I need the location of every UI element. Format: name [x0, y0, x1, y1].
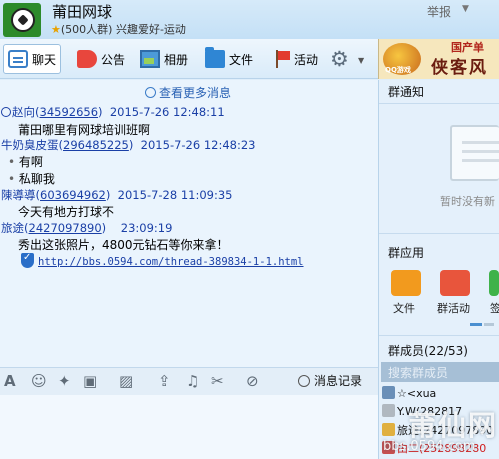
sender-qq[interactable]: 2427097890: [29, 221, 102, 235]
report-button[interactable]: 举报: [427, 3, 451, 20]
group-avatar[interactable]: [3, 3, 41, 37]
message-header: 赵向(34592656) 2015-7-26 12:48:11: [1, 104, 225, 120]
divider: [379, 103, 499, 104]
upload-icon[interactable]: ⇪: [158, 372, 171, 390]
divider: [379, 233, 499, 234]
folder-icon: [205, 47, 225, 68]
group-info: ★(500人群) 兴趣爱好-运动: [51, 23, 186, 36]
activity-app-icon[interactable]: [440, 270, 470, 296]
ad-banner[interactable]: QQ游戏 国产单 侠客风: [378, 39, 499, 79]
screenshot-scissors-icon[interactable]: ✂: [211, 372, 224, 390]
sender-name[interactable]: 赵向: [12, 105, 35, 119]
window-header: 莆田网球 ★(500人群) 兴趣爱好-运动 举报 ▼: [0, 0, 499, 39]
tab-files[interactable]: 文件: [205, 44, 253, 74]
clock-icon: [145, 87, 156, 98]
group-name: 莆田网球: [52, 3, 113, 21]
chevron-down-icon[interactable]: ▼: [462, 4, 469, 14]
avatar: [382, 404, 395, 417]
app-label: 签: [490, 302, 499, 315]
watermark-url: bbs.0594.com: [383, 439, 476, 454]
member-search-input[interactable]: 搜索群成员: [381, 362, 499, 382]
message-link-row: http://bbs.0594.com/thread-389834-1-1.ht…: [21, 252, 304, 268]
chevron-down-icon[interactable]: ▼: [358, 56, 364, 65]
avatar: [382, 386, 395, 399]
pager-dot[interactable]: [484, 323, 494, 326]
message-header: 牛奶臭皮蛋(296485225) 2015-7-26 12:48:23: [1, 138, 256, 152]
message-time: 2015-7-28 11:09:35: [117, 188, 233, 202]
music-icon[interactable]: ♫: [186, 372, 199, 390]
files-app-icon[interactable]: [391, 270, 421, 296]
notice-board-icon: [450, 125, 499, 181]
app-label: 群活动: [437, 302, 470, 315]
sender-qq[interactable]: 296485225: [63, 138, 129, 152]
gift-icon[interactable]: ▣: [83, 372, 97, 390]
sender-qq[interactable]: 34592656: [40, 105, 99, 119]
security-shield-icon: [21, 252, 34, 268]
message-time: 2015-7-26 12:48:23: [140, 138, 256, 152]
member-badge-icon: [1, 107, 11, 117]
message-text: 秀出这张照片，4800元钻石等你来拿！: [18, 238, 229, 252]
magic-wand-icon[interactable]: ✦: [58, 372, 71, 390]
message-time: 23:09:19: [120, 221, 173, 235]
pager-dot-active[interactable]: [470, 323, 482, 326]
message-input[interactable]: [0, 395, 378, 459]
font-icon[interactable]: A: [4, 372, 16, 390]
message-time: 2015-7-26 12:48:11: [109, 105, 225, 119]
tab-bulletin[interactable]: 公告: [77, 44, 125, 74]
member-item[interactable]: ☆<xua: [382, 386, 499, 400]
divider: [379, 335, 499, 336]
bulletin-icon: [77, 50, 97, 68]
message-header: 陳導導(603694962) 2015-7-28 11:09:35: [1, 188, 233, 202]
ad-line-2: 侠客风: [431, 58, 488, 78]
star-icon: ★: [51, 23, 61, 36]
message-header: 旅途(2427097890) 23:09:19: [1, 221, 173, 235]
view-more-messages-link[interactable]: 查看更多消息: [145, 84, 231, 101]
photo-icon: [140, 50, 160, 68]
sender-qq[interactable]: 603694962: [40, 188, 106, 202]
message-text: 今天有地方打球不: [18, 205, 115, 219]
chat-icon: [8, 50, 28, 68]
tab-activity[interactable]: 活动: [274, 44, 318, 74]
sender-name[interactable]: 牛奶臭皮蛋: [1, 138, 59, 152]
flag-icon: [274, 50, 290, 68]
signin-app-icon[interactable]: [489, 270, 499, 296]
message-text: • 私聊我: [8, 172, 55, 186]
tab-album[interactable]: 相册: [140, 44, 188, 74]
message-text: • 有啊: [8, 155, 43, 169]
image-icon[interactable]: ▨: [119, 372, 133, 390]
sender-name[interactable]: 陳導導: [1, 188, 36, 202]
sender-name[interactable]: 旅途: [1, 221, 24, 235]
group-notice-title: 群通知: [388, 85, 425, 99]
members-title: 群成员(22/53): [388, 344, 468, 358]
tab-bar: 聊天 公告 相册 文件 活动 ⚙ ▼: [0, 39, 378, 79]
clock-icon: [298, 375, 310, 387]
tennis-ball-icon: [11, 8, 35, 32]
tab-chat[interactable]: 聊天: [3, 44, 61, 74]
ad-logo-text: QQ游戏: [385, 66, 411, 74]
no-notice-text: 暂时没有新: [440, 195, 495, 208]
message-text: 莆田哪里有网球培训班啊: [18, 123, 151, 137]
message-history-button[interactable]: 消息记录: [298, 372, 362, 389]
message-link[interactable]: http://bbs.0594.com/thread-389834-1-1.ht…: [38, 256, 304, 268]
avatar: [382, 423, 395, 436]
gear-icon[interactable]: ⚙: [330, 48, 354, 70]
watermark-logo: 莆仙网: [408, 409, 499, 442]
group-apps-title: 群应用: [388, 246, 425, 260]
app-label: 文件: [393, 302, 415, 315]
emoji-icon[interactable]: ☺: [31, 372, 47, 390]
blocked-icon[interactable]: ⊘: [246, 372, 259, 390]
